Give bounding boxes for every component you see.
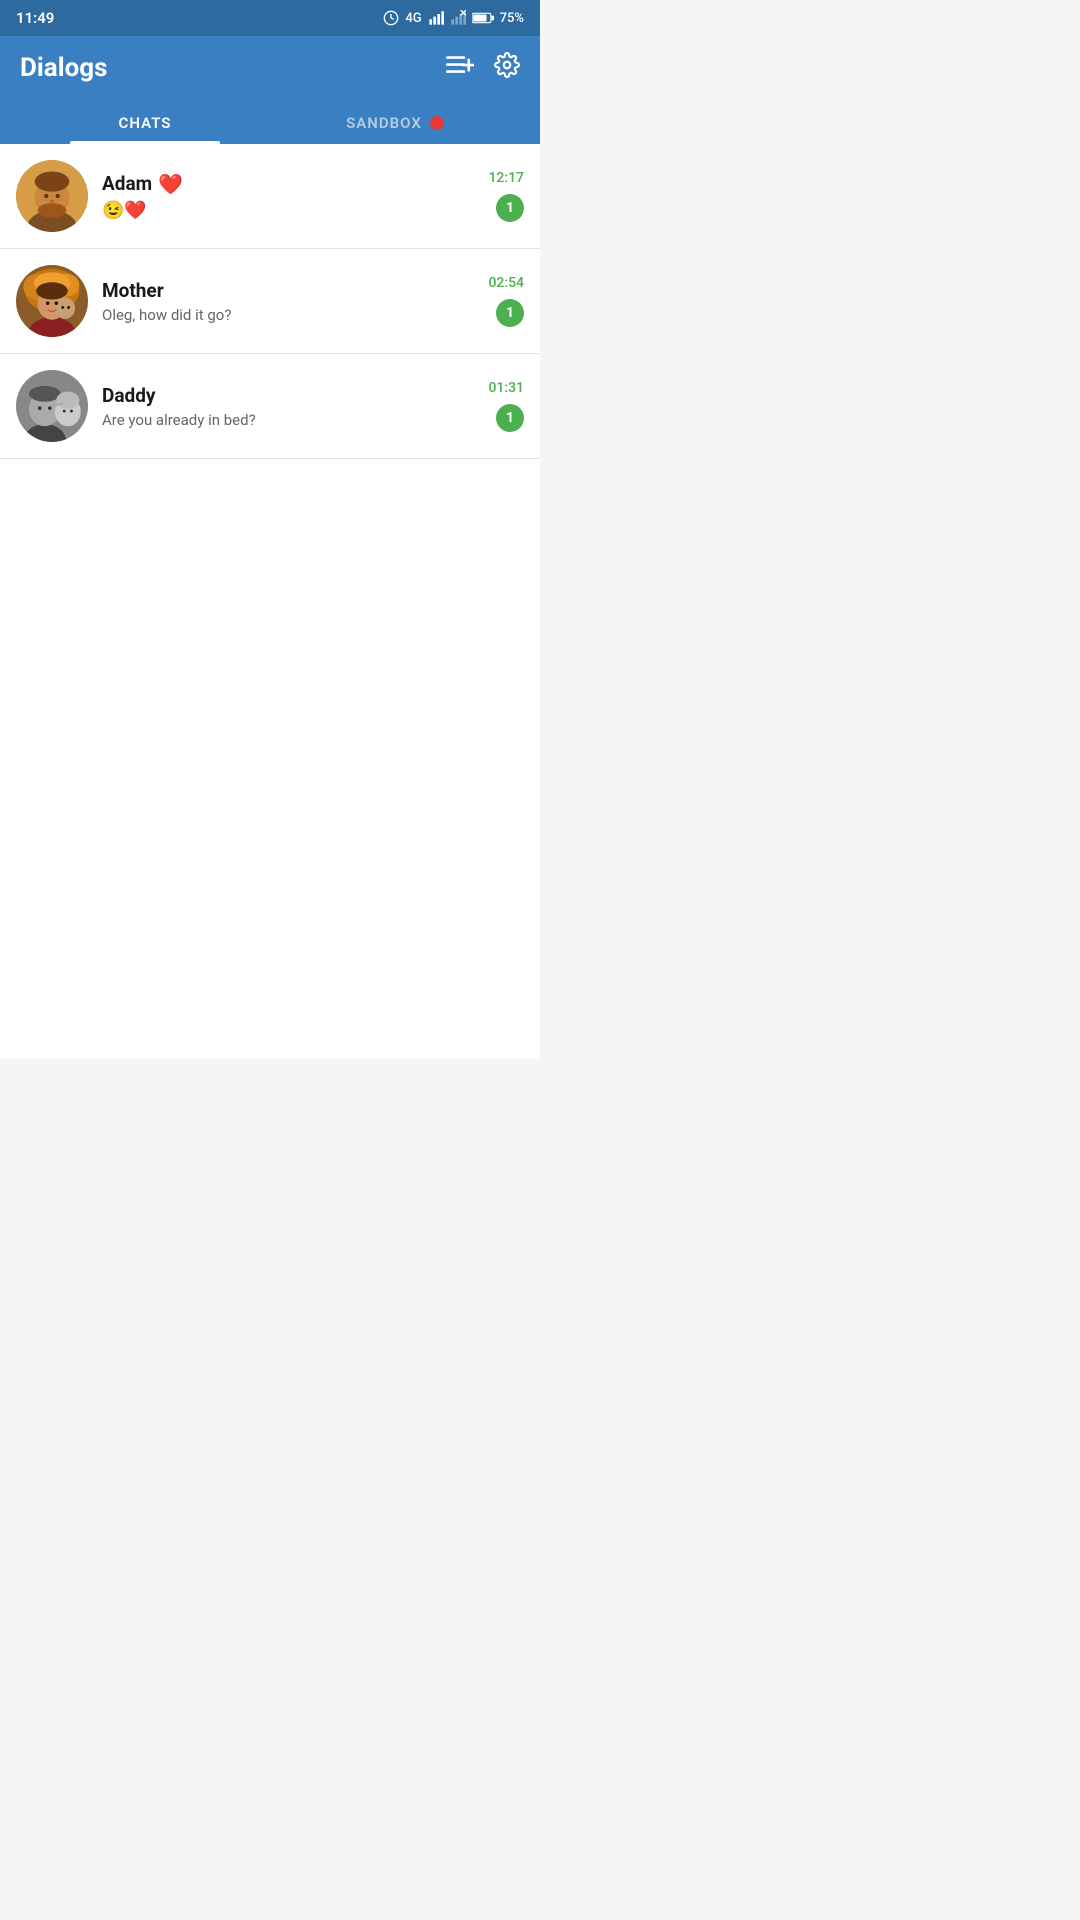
mother-chat-content: Mother Oleg, how did it go? xyxy=(102,279,474,324)
battery-label: 75% xyxy=(500,11,524,26)
avatar-adam xyxy=(16,160,88,232)
mother-badge: 1 xyxy=(496,299,524,327)
status-bar: 11:49 4G 75% xyxy=(0,0,540,36)
empty-content-area xyxy=(0,459,540,1059)
mother-name: Mother xyxy=(102,279,474,302)
status-icons: 4G 75% xyxy=(383,10,524,26)
daddy-badge: 1 xyxy=(496,404,524,432)
adam-meta: 12:17 1 xyxy=(488,170,524,222)
adam-preview: 😉❤️ xyxy=(102,200,474,221)
signal-label: 4G xyxy=(405,11,421,26)
mother-preview: Oleg, how did it go? xyxy=(102,306,474,324)
daddy-meta: 01:31 1 xyxy=(488,380,524,432)
signal-icon xyxy=(428,10,444,26)
clock-icon xyxy=(383,10,399,26)
tab-sandbox[interactable]: SANDBOX xyxy=(270,102,520,144)
daddy-chat-content: Daddy Are you already in bed? xyxy=(102,384,474,429)
new-chat-button[interactable] xyxy=(446,54,474,82)
adam-name-emoji: ❤️ xyxy=(158,172,183,196)
adam-name: Adam ❤️ xyxy=(102,172,474,196)
mother-meta: 02:54 1 xyxy=(488,275,524,327)
chat-list: Adam ❤️ 😉❤️ 12:17 1 xyxy=(0,144,540,459)
sandbox-notification-dot xyxy=(430,116,444,130)
adam-chat-content: Adam ❤️ 😉❤️ xyxy=(102,172,474,221)
tabs: CHATS SANDBOX xyxy=(20,102,520,144)
avatar-daddy xyxy=(16,370,88,442)
daddy-name: Daddy xyxy=(102,384,474,407)
tab-chats[interactable]: CHATS xyxy=(20,102,270,144)
mother-time: 02:54 xyxy=(488,275,524,291)
battery-icon xyxy=(472,11,494,25)
daddy-preview: Are you already in bed? xyxy=(102,411,474,429)
header: Dialogs CHATS xyxy=(0,36,540,144)
sandbox-tab-content: SANDBOX xyxy=(270,114,520,132)
header-actions xyxy=(446,52,520,84)
avatar-mother xyxy=(16,265,88,337)
signal-x-icon xyxy=(450,10,466,26)
status-time: 11:49 xyxy=(16,9,54,27)
adam-time: 12:17 xyxy=(488,170,524,186)
settings-button[interactable] xyxy=(494,52,520,84)
page-title: Dialogs xyxy=(20,53,107,83)
chat-item-daddy[interactable]: Daddy Are you already in bed? 01:31 1 xyxy=(0,354,540,459)
adam-badge: 1 xyxy=(496,194,524,222)
chat-item-adam[interactable]: Adam ❤️ 😉❤️ 12:17 1 xyxy=(0,144,540,249)
chat-item-mother[interactable]: Mother Oleg, how did it go? 02:54 1 xyxy=(0,249,540,354)
header-top: Dialogs xyxy=(20,52,520,102)
daddy-time: 01:31 xyxy=(488,380,524,396)
